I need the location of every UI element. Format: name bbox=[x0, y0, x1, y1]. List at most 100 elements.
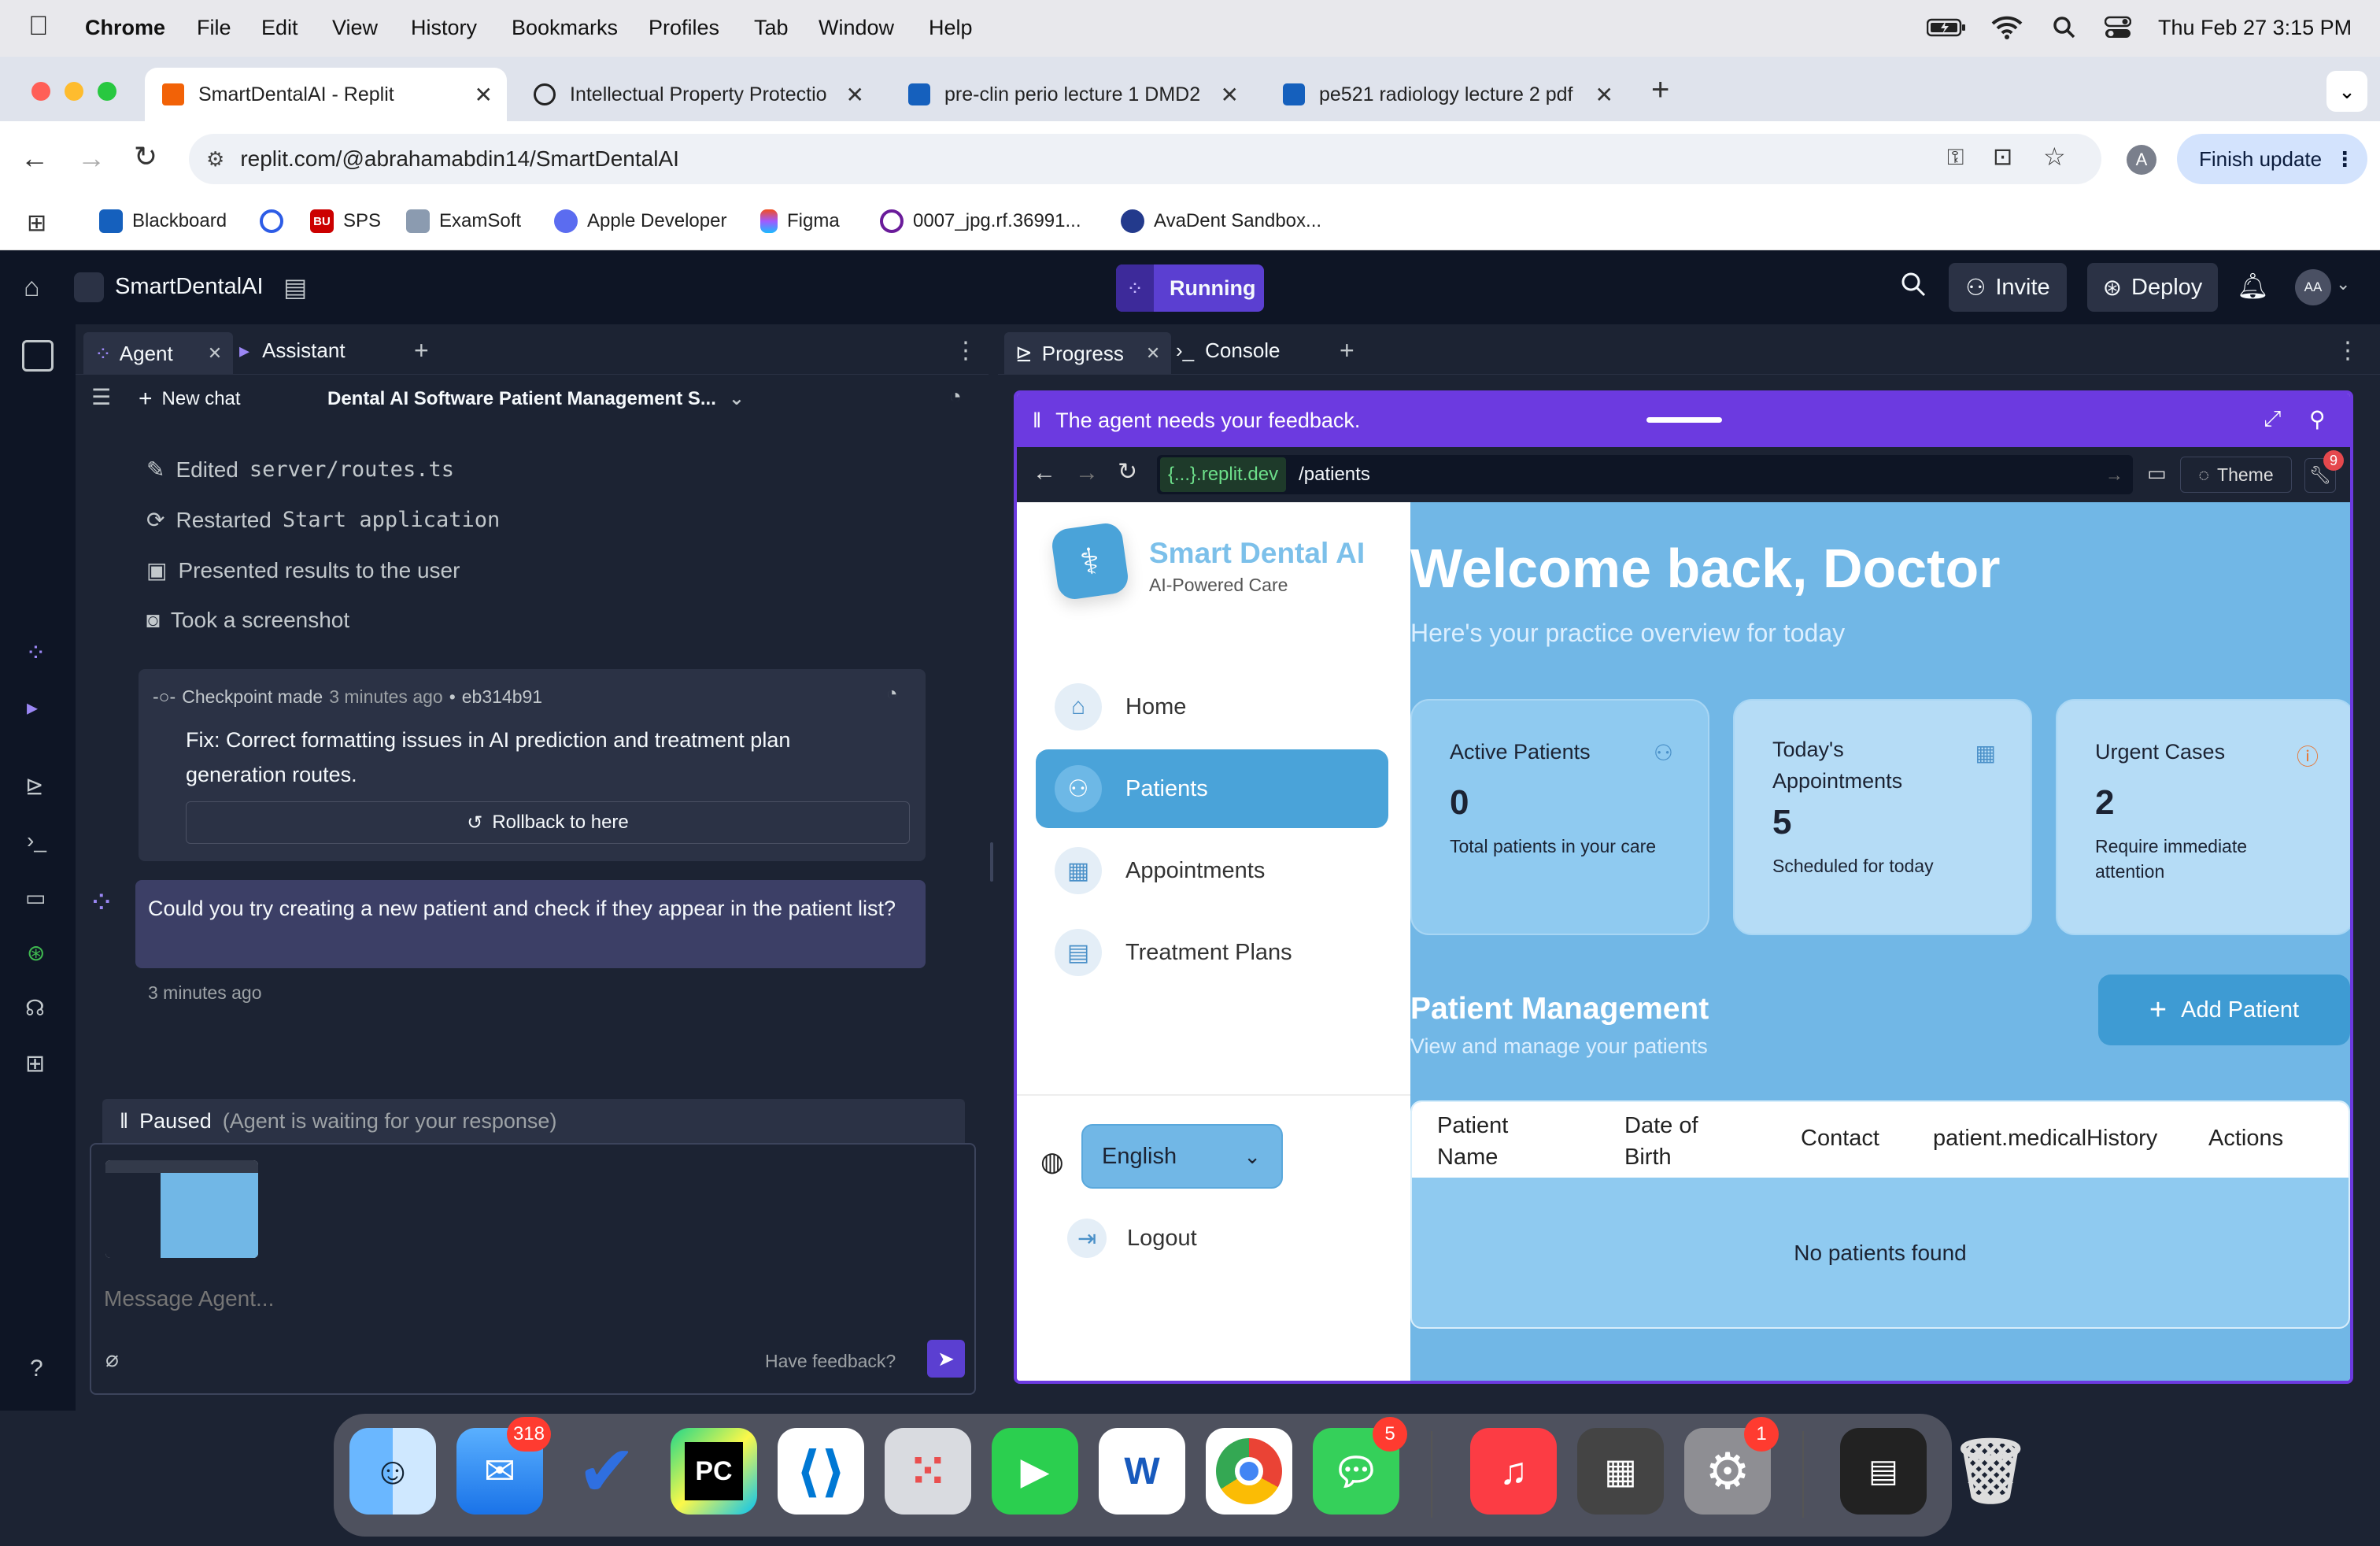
bookmark-q[interactable] bbox=[260, 209, 283, 233]
col-medical-history[interactable]: patient.medicalHistory bbox=[1933, 1126, 2157, 1152]
menu-help[interactable]: Help bbox=[929, 16, 973, 40]
tab-assistant[interactable]: ▸ Assistant bbox=[239, 332, 346, 368]
col-patient-name[interactable]: Patient Name bbox=[1437, 1110, 1547, 1173]
chat-title-dropdown[interactable]: Dental AI Software Patient Management S.… bbox=[327, 387, 745, 410]
tab-radiology-lecture[interactable]: pe521 radiology lecture 2 pdf ✕ bbox=[1266, 68, 1628, 121]
webview-url-bar[interactable]: {...}.replit.dev /patients → bbox=[1157, 455, 2133, 494]
tab-search-button[interactable]: ⌄ bbox=[2326, 71, 2367, 112]
bookmark-apple-developer[interactable]: Apple Developer bbox=[554, 209, 726, 233]
project-name[interactable]: SmartDentalAI bbox=[115, 274, 264, 300]
running-button[interactable]: ⁘ Running bbox=[1116, 264, 1264, 312]
reload-icon[interactable]: ↻ bbox=[134, 140, 157, 173]
rollback-button[interactable]: ↺ Rollback to here bbox=[186, 801, 910, 844]
bookmark-star-icon[interactable]: ☆ bbox=[2043, 142, 2066, 172]
trash-icon[interactable]: 🗑︎ bbox=[1947, 1428, 2034, 1515]
address-bar[interactable]: ⚙ replit.com/@abrahamabdin14/SmartDental… bbox=[189, 134, 2101, 184]
window-close-button[interactable] bbox=[31, 82, 50, 101]
home-icon[interactable]: ⌂ bbox=[24, 272, 40, 303]
all-tools-grid-icon[interactable]: ⊞ bbox=[25, 1050, 45, 1078]
tab-close-icon[interactable]: ✕ bbox=[846, 82, 864, 108]
chevron-down-icon[interactable]: ⌄ bbox=[2336, 274, 2350, 294]
agent-icon[interactable]: ⁘ bbox=[25, 638, 46, 668]
pycharm-icon[interactable]: PC bbox=[671, 1428, 757, 1515]
mail-icon[interactable]: ✉ 318 bbox=[456, 1417, 551, 1515]
menu-view[interactable]: View bbox=[332, 16, 378, 40]
language-select[interactable]: English ⌄ bbox=[1081, 1124, 1283, 1189]
battery-icon[interactable] bbox=[1926, 17, 1966, 43]
nav-appointments[interactable]: ▦ Appointments bbox=[1036, 831, 1388, 910]
screenshot-attachment-thumbnail[interactable] bbox=[105, 1160, 258, 1258]
go-arrow-icon[interactable]: → bbox=[2105, 464, 2123, 486]
webview-icon[interactable]: ▭ bbox=[25, 885, 46, 911]
tab-console[interactable]: ›_ Console bbox=[1176, 332, 1281, 368]
install-app-icon[interactable]: ⊡ bbox=[1993, 143, 2012, 171]
send-button[interactable]: ➤ bbox=[927, 1340, 965, 1378]
tab-close-icon[interactable]: ✕ bbox=[1146, 343, 1160, 364]
tab-smartdentalai[interactable]: SmartDentalAI - Replit ✕ bbox=[145, 68, 507, 121]
collapse-icon[interactable]: ⤢ bbox=[2264, 406, 2281, 432]
tab-agent[interactable]: ⁘ Agent ✕ bbox=[83, 332, 234, 375]
forward-arrow-icon[interactable]: → bbox=[77, 142, 105, 175]
pin-icon[interactable]: ⚲ bbox=[2309, 406, 2326, 432]
tab-close-icon[interactable]: ✕ bbox=[1221, 82, 1239, 108]
logout-button[interactable]: ⇥ Logout bbox=[1067, 1219, 1197, 1258]
webview-back-icon[interactable]: ← bbox=[1033, 460, 1056, 486]
control-center-icon[interactable] bbox=[2104, 16, 2132, 45]
chat-history-list-icon[interactable]: ☰ bbox=[91, 384, 111, 410]
bookmark-avadent[interactable]: AvaDent Sandbox... bbox=[1121, 209, 1321, 233]
tab-close-icon[interactable]: ✕ bbox=[1595, 82, 1613, 108]
attach-paperclip-icon[interactable]: ⌀ bbox=[105, 1346, 119, 1372]
theme-button[interactable]: ◌ Theme bbox=[2180, 457, 2292, 493]
panel-resize-handle[interactable] bbox=[990, 842, 993, 882]
user-avatar[interactable]: AA bbox=[2295, 269, 2331, 305]
wifi-icon[interactable] bbox=[1991, 14, 2023, 45]
message-agent-input[interactable] bbox=[104, 1282, 812, 1316]
usage-gauge-icon[interactable]: ◔ bbox=[949, 384, 962, 409]
menu-profiles[interactable]: Profiles bbox=[649, 16, 719, 40]
col-date-of-birth[interactable]: Date of Birth bbox=[1624, 1110, 1727, 1173]
project-icon[interactable] bbox=[74, 272, 104, 302]
facetime-icon[interactable]: ▶ bbox=[992, 1428, 1078, 1515]
more-vertical-icon[interactable]: ⋮ bbox=[2336, 332, 2360, 368]
bookmark-sps[interactable]: BU SPS bbox=[310, 209, 381, 233]
bookmark-roboflow-image[interactable]: 0007_jpg.rf.36991... bbox=[880, 209, 1081, 233]
add-tab-button[interactable]: + bbox=[1340, 332, 1354, 368]
music-icon[interactable]: ♫ bbox=[1470, 1428, 1557, 1515]
bookmark-blackboard[interactable]: Blackboard bbox=[99, 209, 227, 233]
new-tab-button[interactable]: + bbox=[1651, 72, 1669, 108]
system-settings-icon[interactable]: ⚙ 1 bbox=[1684, 1417, 1779, 1515]
menu-history[interactable]: History bbox=[411, 16, 477, 40]
back-arrow-icon[interactable]: ← bbox=[20, 142, 49, 175]
assistant-icon[interactable]: ▸ bbox=[27, 694, 38, 720]
menu-window[interactable]: Window bbox=[819, 16, 894, 40]
word-icon[interactable]: W bbox=[1099, 1428, 1185, 1515]
search-icon[interactable] bbox=[1900, 271, 1927, 301]
col-contact[interactable]: Contact bbox=[1801, 1126, 1879, 1152]
new-tab-icon[interactable] bbox=[22, 340, 54, 372]
deployments-icon[interactable]: ⊛ bbox=[27, 940, 45, 966]
add-tab-button[interactable]: + bbox=[414, 332, 429, 368]
window-zoom-button[interactable] bbox=[98, 82, 116, 101]
gauge-icon[interactable]: ◔ bbox=[886, 683, 898, 705]
tab-perio-lecture[interactable]: pre-clin perio lecture 1 DMD2 ✕ bbox=[891, 68, 1253, 121]
finish-update-button[interactable]: Finish update ⋮ bbox=[2177, 134, 2367, 184]
database-icon[interactable]: ☊ bbox=[25, 995, 45, 1021]
apps-grid-icon[interactable]: ⊞ bbox=[27, 209, 46, 237]
launchpad-icon[interactable]: ⁙ bbox=[885, 1428, 971, 1515]
tab-ip-protection[interactable]: Intellectual Property Protectio ✕ bbox=[516, 68, 878, 121]
menu-edit[interactable]: Edit bbox=[261, 16, 298, 40]
device-preview-icon[interactable]: ▭ bbox=[2147, 461, 2167, 486]
spotlight-search-icon[interactable] bbox=[2053, 16, 2076, 45]
more-vertical-icon[interactable]: ⋮ bbox=[954, 332, 978, 368]
menu-tab[interactable]: Tab bbox=[754, 16, 789, 40]
help-icon[interactable]: ? bbox=[30, 1356, 43, 1382]
window-minimize-button[interactable] bbox=[65, 82, 83, 101]
webview-forward-icon[interactable]: → bbox=[1075, 460, 1099, 486]
file-tree-icon[interactable]: ▤ bbox=[283, 272, 307, 302]
tab-close-icon[interactable]: ✕ bbox=[475, 82, 493, 108]
console-icon[interactable]: ›_ bbox=[27, 828, 46, 853]
menubar-clock[interactable]: Thu Feb 27 3:15 PM bbox=[2158, 16, 2352, 40]
finder-icon[interactable]: ☺ bbox=[349, 1428, 436, 1515]
tasks-checkmark-icon[interactable]: ✔ bbox=[564, 1428, 650, 1515]
invite-button[interactable]: ⚇ Invite bbox=[1949, 263, 2067, 312]
